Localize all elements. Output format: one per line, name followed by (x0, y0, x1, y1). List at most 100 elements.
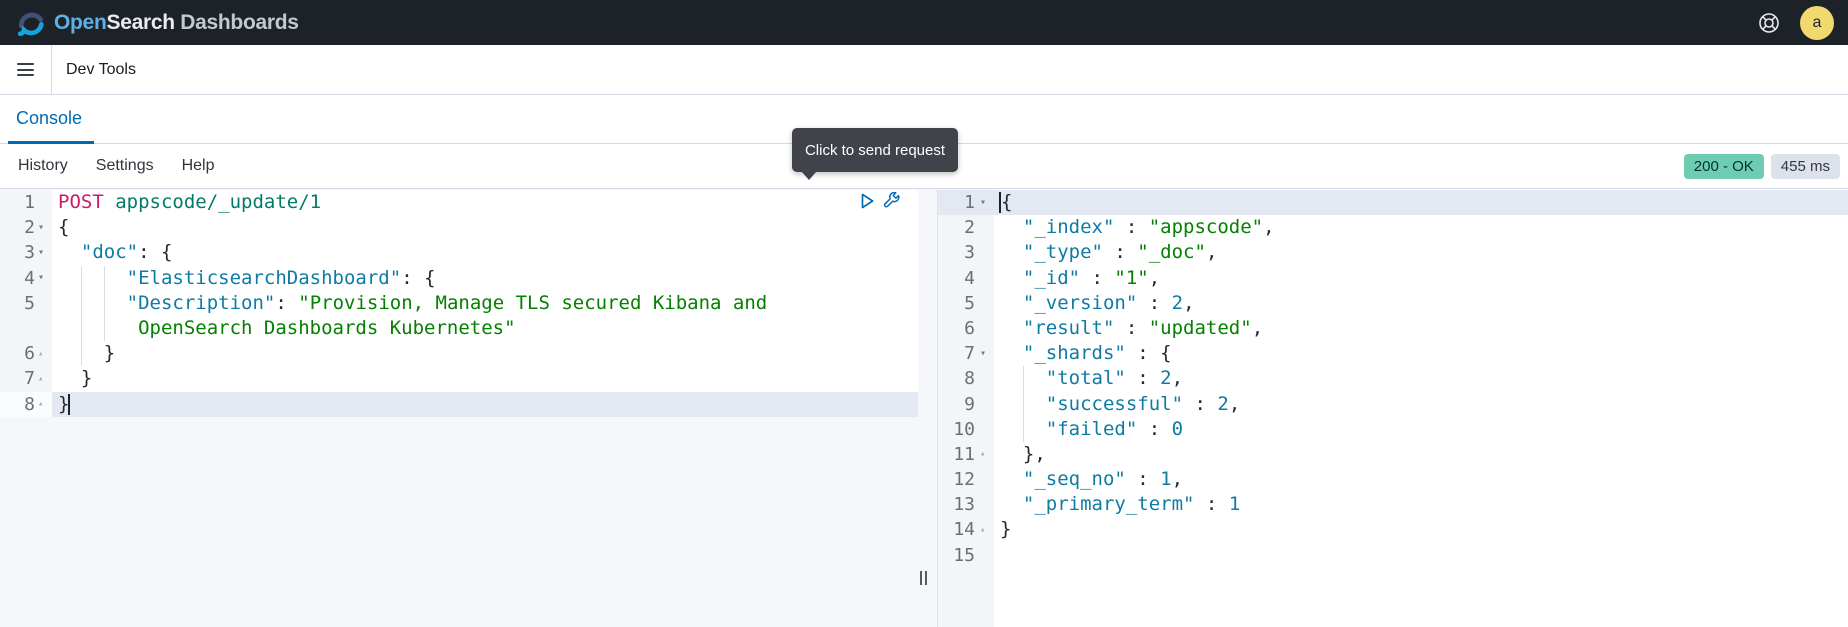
code-text[interactable]: "total" : 2, (994, 366, 1848, 391)
gutter-cell: 5 (938, 291, 994, 316)
fold-toggle-icon[interactable]: ▾ (37, 273, 52, 283)
gutter-cell (0, 316, 52, 341)
code-line[interactable]: 3 "_type" : "_doc", (938, 240, 1848, 265)
fold-toggle-icon[interactable]: ▴ (37, 374, 52, 384)
code-token: "_type" (1023, 241, 1103, 263)
fold-toggle-icon[interactable]: ▴ (979, 525, 994, 535)
code-line[interactable]: 11▴ }, (938, 442, 1848, 467)
line-number: 6 (0, 341, 37, 366)
menu-history[interactable]: History (18, 157, 68, 175)
code-line[interactable]: OpenSearch Dashboards Kubernetes" (0, 316, 918, 341)
indent-guide (1023, 392, 1024, 417)
code-line[interactable]: 12 "_seq_no" : 1, (938, 467, 1848, 492)
code-line[interactable]: 2▾{ (0, 215, 918, 240)
code-text[interactable]: } (52, 392, 918, 417)
code-token: : (1114, 216, 1148, 238)
opensearch-swirl-icon (16, 8, 46, 38)
fold-toggle-icon[interactable]: ▾ (37, 223, 52, 233)
code-line[interactable]: 7▴ } (0, 366, 918, 391)
code-token: }, (1000, 443, 1046, 465)
code-text[interactable]: "_seq_no" : 1, (994, 467, 1848, 492)
menu-settings[interactable]: Settings (96, 157, 154, 175)
code-line[interactable]: 14▴} (938, 517, 1848, 542)
code-line[interactable]: 4 "_id" : "1", (938, 266, 1848, 291)
code-token: : (1194, 493, 1228, 515)
code-token: : (1126, 367, 1160, 389)
fold-toggle-icon[interactable]: ▾ (979, 349, 994, 359)
line-number: 2 (0, 215, 37, 240)
code-token: "total" (1046, 367, 1126, 389)
code-token: : { (401, 267, 435, 289)
code-token: "_seq_no" (1023, 468, 1126, 490)
status-badge: 200 - OK (1684, 154, 1764, 179)
code-line[interactable]: 6▴ } (0, 341, 918, 366)
code-text[interactable]: "_type" : "_doc", (994, 240, 1848, 265)
fold-toggle-icon[interactable]: ▾ (37, 248, 52, 258)
user-avatar[interactable]: a (1800, 6, 1834, 40)
code-line[interactable]: 5 "Description": "Provision, Manage TLS … (0, 291, 918, 316)
fold-toggle-icon[interactable]: ▴ (979, 449, 994, 459)
gutter-cell: 1▾ (938, 190, 994, 215)
pane-resizer[interactable] (918, 189, 937, 627)
code-line[interactable]: 6 "result" : "updated", (938, 316, 1848, 341)
opensearch-logo[interactable]: OpenSearch Dashboards (16, 8, 299, 38)
response-viewer[interactable]: 1▾{2 "_index" : "appscode",3 "_type" : "… (937, 189, 1848, 627)
code-line[interactable]: 4▾ "ElasticsearchDashboard": { (0, 266, 918, 291)
fold-toggle-icon[interactable]: ▴ (37, 349, 52, 359)
code-text[interactable]: "successful" : 2, (994, 392, 1848, 417)
code-text[interactable]: { (994, 190, 1848, 215)
code-text[interactable]: "_version" : 2, (994, 291, 1848, 316)
code-text[interactable]: "doc": { (52, 240, 918, 265)
code-text[interactable]: OpenSearch Dashboards Kubernetes" (52, 316, 918, 341)
fold-toggle-icon[interactable]: ▾ (979, 198, 994, 208)
request-editor[interactable]: 1POST appscode/_update/12▾{3▾ "doc": {4▾… (0, 189, 918, 627)
code-text[interactable]: }, (994, 442, 1848, 467)
menu-help[interactable]: Help (182, 157, 215, 175)
code-token: : (1114, 317, 1148, 339)
code-text[interactable]: "_shards" : { (994, 341, 1848, 366)
code-line[interactable]: 9 "successful" : 2, (938, 392, 1848, 417)
line-number: 8 (938, 366, 979, 391)
code-line[interactable]: 1▾{ (938, 190, 1848, 215)
code-token: "failed" (1046, 418, 1138, 440)
gutter-cell: 7▴ (0, 366, 52, 391)
code-token (1000, 292, 1023, 314)
code-text[interactable]: "_id" : "1", (994, 266, 1848, 291)
code-line[interactable]: 1POST appscode/_update/1 (0, 190, 918, 215)
code-line[interactable]: 8 "total" : 2, (938, 366, 1848, 391)
response-badges: 200 - OK 455 ms (1684, 154, 1840, 179)
send-request-icon[interactable] (858, 192, 876, 210)
code-token: : { (1126, 342, 1172, 364)
code-token (1000, 468, 1023, 490)
code-text[interactable] (994, 543, 1848, 568)
code-text[interactable]: } (52, 366, 918, 391)
drag-handle-icon[interactable] (920, 571, 927, 585)
code-text[interactable]: POST appscode/_update/1 (52, 190, 918, 215)
wrench-icon[interactable] (883, 192, 901, 210)
code-token: "doc" (81, 241, 138, 263)
code-text[interactable]: } (52, 341, 918, 366)
code-line[interactable]: 8▴} (0, 392, 918, 417)
code-line[interactable]: 3▾ "doc": { (0, 240, 918, 265)
help-icon[interactable] (1756, 10, 1782, 36)
code-text[interactable]: "failed" : 0 (994, 417, 1848, 442)
code-text[interactable]: "ElasticsearchDashboard": { (52, 266, 918, 291)
code-line[interactable]: 13 "_primary_term" : 1 (938, 492, 1848, 517)
code-token: , (1183, 292, 1194, 314)
code-text[interactable]: { (52, 215, 918, 240)
code-line[interactable]: 7▾ "_shards" : { (938, 341, 1848, 366)
code-token: "Provision, Manage TLS secured Kibana an… (298, 292, 767, 314)
code-text[interactable]: "result" : "updated", (994, 316, 1848, 341)
tab-console[interactable]: Console (8, 108, 94, 143)
code-text[interactable]: "Description": "Provision, Manage TLS se… (52, 291, 918, 316)
code-line[interactable]: 15 (938, 543, 1848, 568)
menu-toggle-button[interactable] (0, 45, 52, 94)
code-token: "_primary_term" (1023, 493, 1195, 515)
code-text[interactable]: "_index" : "appscode", (994, 215, 1848, 240)
code-line[interactable]: 10 "failed" : 0 (938, 417, 1848, 442)
code-line[interactable]: 5 "_version" : 2, (938, 291, 1848, 316)
code-line[interactable]: 2 "_index" : "appscode", (938, 215, 1848, 240)
fold-toggle-icon[interactable]: ▴ (37, 399, 52, 409)
code-text[interactable]: "_primary_term" : 1 (994, 492, 1848, 517)
code-text[interactable]: } (994, 517, 1848, 542)
